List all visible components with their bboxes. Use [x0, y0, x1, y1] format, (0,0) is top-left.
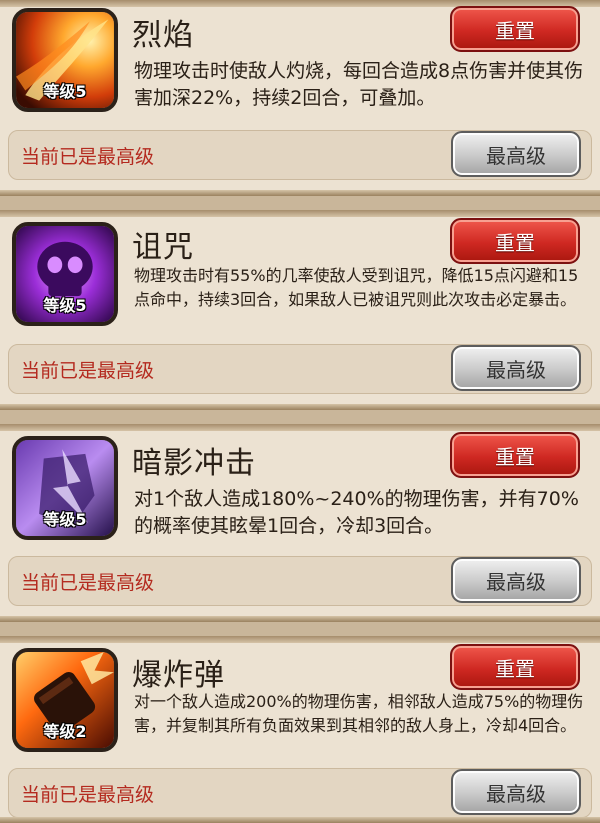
skill-description: 物理攻击时使敌人灼烧，每回合造成8点伤害并使其伤害加深22%，持续2回合，可叠加…	[134, 60, 584, 109]
skill-description: 物理攻击时有55%的几率使敌人受到诅咒，降低15点闪避和15点命中，持续3回合，…	[134, 266, 579, 309]
bomb-icon: 等级2	[12, 648, 118, 752]
skill-description: 对一个敌人造成200%的物理伤害，相邻敌人造成75%的物理伤害，并复制其所有负面…	[134, 692, 584, 735]
skill-name: 烈焰	[132, 18, 194, 53]
skill-description: 对1个敌人造成180%~240%的物理伤害，并有70%的概率使其眩晕1回合，冷却…	[134, 488, 579, 537]
max-level-button[interactable]: 最高级	[451, 557, 581, 603]
status-panel: 当前已是最高级 最高级	[8, 130, 592, 180]
level-label: 等级5	[43, 510, 87, 529]
level-label: 等级5	[43, 82, 87, 101]
skill-name: 暗影冲击	[132, 446, 256, 481]
reset-button[interactable]: 重置	[450, 218, 580, 264]
status-panel: 当前已是最高级 最高级	[8, 344, 592, 394]
reset-button[interactable]: 重置	[450, 644, 580, 690]
status-text: 当前已是最高级	[21, 360, 155, 382]
max-level-button[interactable]: 最高级	[451, 131, 581, 177]
fire-slash-icon: 等级5	[12, 8, 118, 112]
skill-name: 诅咒	[132, 230, 194, 265]
status-panel: 当前已是最高级 最高级	[8, 556, 592, 606]
max-level-button[interactable]: 最高级	[451, 345, 581, 391]
skill-card: 等级5 暗影冲击 重置 对1个敌人造成180%~240%的物理伤害，并有70%的…	[0, 424, 600, 622]
status-panel: 当前已是最高级 最高级	[8, 768, 592, 818]
level-label: 等级2	[43, 722, 87, 741]
level-label: 等级5	[43, 296, 87, 315]
skill-card: 等级2 爆炸弹 重置 对一个敌人造成200%的物理伤害，相邻敌人造成75%的物理…	[0, 636, 600, 823]
status-text: 当前已是最高级	[21, 572, 155, 594]
reset-button[interactable]: 重置	[450, 432, 580, 478]
skill-name: 爆炸弹	[132, 658, 225, 693]
purple-skull-icon: 等级5	[12, 222, 118, 326]
shadow-strike-icon: 等级5	[12, 436, 118, 540]
status-text: 当前已是最高级	[21, 784, 155, 806]
reset-button[interactable]: 重置	[450, 6, 580, 52]
status-text: 当前已是最高级	[21, 146, 155, 168]
max-level-button[interactable]: 最高级	[451, 769, 581, 815]
skill-card: 等级5 烈焰 重置 物理攻击时使敌人灼烧，每回合造成8点伤害并使其伤害加深22%…	[0, 0, 600, 196]
skill-card: 等级5 诅咒 重置 物理攻击时有55%的几率使敌人受到诅咒，降低15点闪避和15…	[0, 210, 600, 410]
